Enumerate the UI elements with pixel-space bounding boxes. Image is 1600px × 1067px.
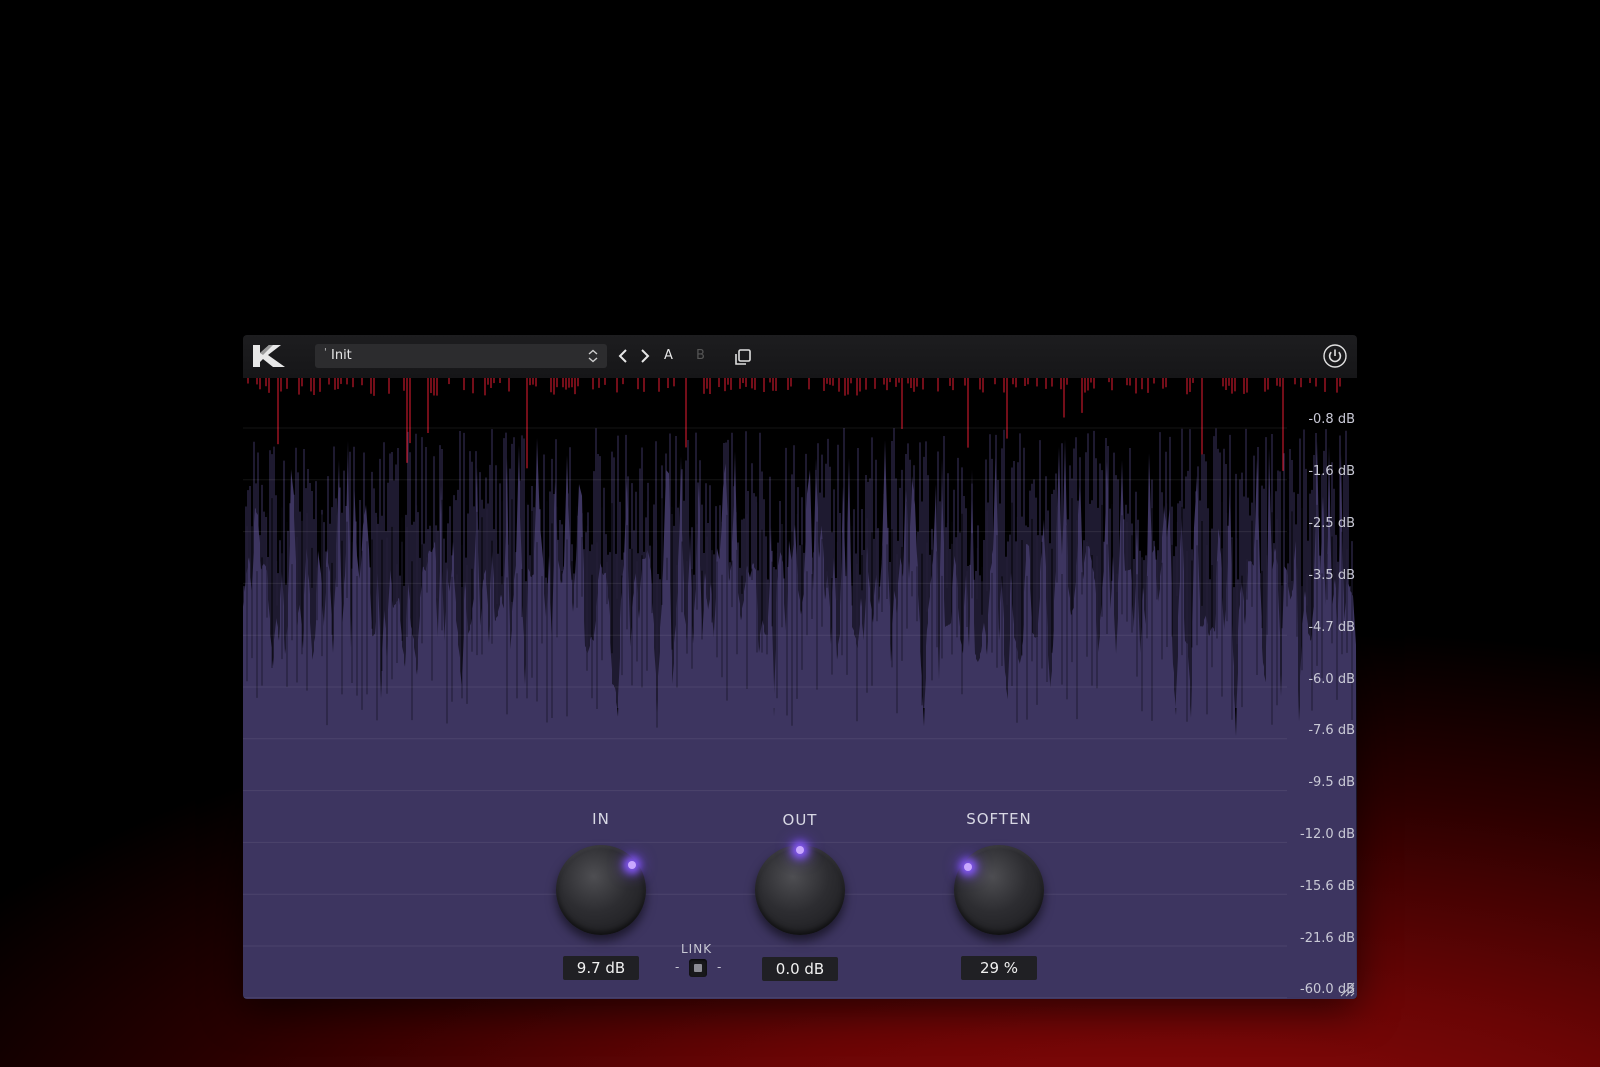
db-scale-label: -1.6 dB [1308, 464, 1355, 479]
in-gain-value[interactable]: 9.7 dB [563, 956, 639, 980]
db-scale-label: -2.5 dB [1308, 516, 1355, 531]
knob-indicator-glow [628, 861, 636, 869]
ab-compare-a-button[interactable]: A [664, 347, 673, 365]
in-gain-knob[interactable] [552, 841, 650, 939]
db-scale-label: -7.6 dB [1308, 723, 1355, 738]
power-icon[interactable] [1323, 344, 1347, 368]
resize-handle-icon[interactable] [1337, 979, 1355, 997]
db-scale-label: -9.5 dB [1308, 775, 1355, 790]
db-scale-label: -3.5 dB [1308, 568, 1355, 583]
soften-value[interactable]: 29 % [961, 956, 1037, 980]
link-toggle-indicator [694, 964, 702, 972]
chevron-updown-icon[interactable] [587, 349, 599, 363]
chevron-left-icon[interactable] [617, 348, 629, 364]
knob-indicator-glow [964, 863, 972, 871]
plugin-window: ' Init A B -0.8 dB -1.6 dB -2.5 dB -3.5 … [243, 335, 1357, 999]
link-label: LINK [681, 942, 713, 956]
out-gain-label: OUT [782, 811, 818, 829]
db-scale-label: -15.6 dB [1300, 879, 1355, 894]
db-scale-label: -12.0 dB [1300, 827, 1355, 842]
db-scale-label: -6.0 dB [1308, 672, 1355, 687]
preset-name: Init [331, 348, 352, 363]
db-scale-label: -0.8 dB [1308, 412, 1355, 427]
top-bar: ' Init A B [243, 335, 1357, 379]
out-gain-value[interactable]: 0.0 dB [762, 957, 838, 981]
db-scale-label: -4.7 dB [1308, 620, 1355, 635]
soften-knob[interactable] [950, 841, 1048, 939]
chevron-right-icon[interactable] [639, 348, 651, 364]
db-scale-label: -21.6 dB [1300, 931, 1355, 946]
kilohearts-logo-icon[interactable] [251, 343, 287, 369]
soften-label: SOFTEN [966, 810, 1032, 828]
ab-compare-b-button[interactable]: B [696, 347, 705, 365]
preset-selector[interactable]: ' Init [315, 344, 607, 368]
copy-icon[interactable] [734, 348, 752, 366]
in-gain-label: IN [592, 810, 610, 828]
waveform-display: -0.8 dB -1.6 dB -2.5 dB -3.5 dB -4.7 dB … [243, 378, 1357, 999]
link-dash-right: - [717, 960, 722, 974]
out-gain-knob[interactable] [751, 841, 849, 939]
link-dash-left: - [675, 960, 680, 974]
link-toggle[interactable] [689, 959, 707, 977]
preset-modified-marker: ' [324, 347, 327, 358]
knob-indicator-glow [796, 846, 804, 854]
